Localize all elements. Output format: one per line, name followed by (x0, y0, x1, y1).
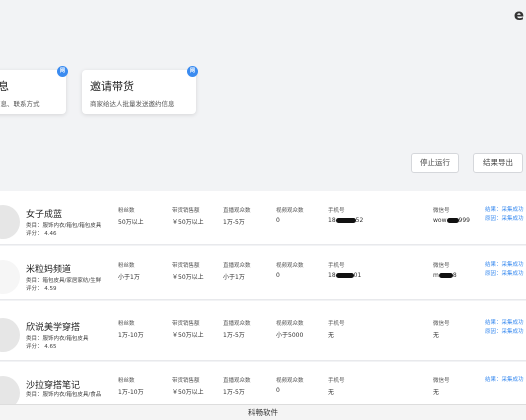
redaction-mask (446, 218, 459, 223)
sales-label: 带货销售额 (172, 263, 200, 269)
influencer-name: 欣说美学穿搭 (26, 323, 81, 333)
feature-card-info[interactable]: 息 信息、联系方式 网 (0, 66, 68, 114)
category: 类目：服饰内衣/箱包皮具 (26, 336, 89, 342)
category: 类目：服饰内衣/箱包/箱包皮具 (26, 223, 102, 229)
phone-label: 手机号 (328, 208, 345, 214)
table-row: 女子成蓝 类目：服饰内衣/箱包/箱包皮具 评分： 4.46 粉丝数 50万以上 带… (0, 191, 526, 245)
fans-label: 粉丝数 (118, 263, 135, 269)
video-viewers-label: 视频观众数 (276, 378, 304, 384)
score: 评分： 4.46 (26, 231, 57, 237)
category: 类目：服饰内衣/箱包皮具/食品 (26, 392, 102, 398)
phone-value: 18 01 (328, 272, 362, 279)
footer-brand: 科畅软件 (0, 404, 526, 420)
result-info: 结果：采集成功 (485, 377, 524, 383)
redaction-mask (335, 273, 354, 278)
fans-label: 粉丝数 (118, 378, 135, 384)
video-viewers-value: 0 (276, 217, 280, 224)
phone-value: 无 (328, 332, 335, 339)
wechat-label: 微信号 (433, 263, 450, 269)
avatar (0, 205, 20, 239)
card-desc: 信息、联系方式 (0, 100, 40, 108)
wechat-label: 微信号 (433, 208, 450, 214)
sales-label: 带货销售额 (172, 378, 200, 384)
avatar (0, 260, 20, 294)
redaction-mask (438, 273, 453, 278)
fans-value: 1万-10万 (118, 389, 144, 396)
video-viewers-label: 视频观众数 (276, 263, 304, 269)
sales-label: 带货销售额 (172, 321, 200, 327)
wechat-value: 无 (433, 332, 440, 339)
wechat-value: 无 (433, 389, 440, 396)
phone-label: 手机号 (328, 378, 345, 384)
result-info: 结果：采集成功 原因：采集成功 (485, 320, 524, 335)
export-results-button[interactable]: 结果导出 (473, 153, 523, 173)
live-viewers-value: 1万-5万 (223, 219, 245, 226)
sales-value: ￥50万以上 (172, 219, 204, 226)
score: 评分： 4.65 (26, 344, 57, 350)
video-viewers-label: 视频观众数 (276, 321, 304, 327)
sales-label: 带货销售额 (172, 208, 200, 214)
result-info: 结果：采集成功 原因：采集成功 (485, 207, 524, 222)
redaction-mask (335, 218, 356, 223)
live-viewers-label: 直播观众数 (223, 208, 251, 214)
fans-value: 1万-10万 (118, 332, 144, 339)
card-desc: 商家给达人批量发送邀约信息 (90, 100, 175, 108)
live-viewers-value: 1万-5万 (223, 389, 245, 396)
video-viewers-value: 0 (276, 387, 280, 394)
live-viewers-label: 直播观众数 (223, 378, 251, 384)
fans-label: 粉丝数 (118, 321, 135, 327)
stop-run-button[interactable]: 停止运行 (411, 153, 459, 173)
sales-value: ￥50万以上 (172, 332, 204, 339)
avatar (0, 318, 20, 352)
video-viewers-value: 小于5000 (276, 332, 304, 339)
category: 类目：箱包皮具/家居家纺/生鲜 (26, 278, 102, 284)
influencer-name: 米粒妈频道 (26, 265, 72, 275)
wechat-label: 微信号 (433, 321, 450, 327)
phone-label: 手机号 (328, 263, 345, 269)
web-badge-icon: 网 (187, 66, 198, 77)
video-viewers-label: 视频观众数 (276, 208, 304, 214)
phone-value: 无 (328, 389, 335, 396)
live-viewers-value: 1万-5万 (223, 332, 245, 339)
phone-value: 18 52 (328, 217, 364, 224)
live-viewers-label: 直播观众数 (223, 263, 251, 269)
table-row: 米粒妈频道 类目：箱包皮具/家居家纺/生鲜 评分： 4.59 粉丝数小于1万 带… (0, 246, 526, 300)
score: 评分： 4.59 (26, 286, 57, 292)
card-title: 邀请带货 (90, 80, 134, 93)
wechat-value: wow 999 (433, 217, 470, 224)
card-title: 息 (0, 80, 9, 93)
fans-label: 粉丝数 (118, 208, 135, 214)
sales-value: ￥50万以上 (172, 274, 204, 281)
phone-label: 手机号 (328, 321, 345, 327)
fans-value: 50万以上 (118, 219, 144, 226)
fans-value: 小于1万 (118, 274, 140, 281)
wechat-value: m8 (433, 272, 457, 279)
feature-card-invite[interactable]: 邀请带货 商家给达人批量发送邀约信息 网 (82, 66, 198, 114)
web-badge-icon: 网 (57, 66, 68, 77)
corner-logo: e (513, 6, 524, 24)
table-row: 欣说美学穿搭 类目：服饰内衣/箱包皮具 评分： 4.65 粉丝数 1万-10万 带… (0, 301, 526, 361)
result-info: 结果：采集成功 原因：采集成功 (485, 262, 524, 277)
wechat-label: 微信号 (433, 378, 450, 384)
sales-value: ￥50万以上 (172, 389, 204, 396)
live-viewers-value: 小于1万 (223, 274, 245, 281)
video-viewers-value: 0 (276, 272, 280, 279)
live-viewers-label: 直播观众数 (223, 321, 251, 327)
influencer-name: 女子成蓝 (26, 210, 63, 220)
